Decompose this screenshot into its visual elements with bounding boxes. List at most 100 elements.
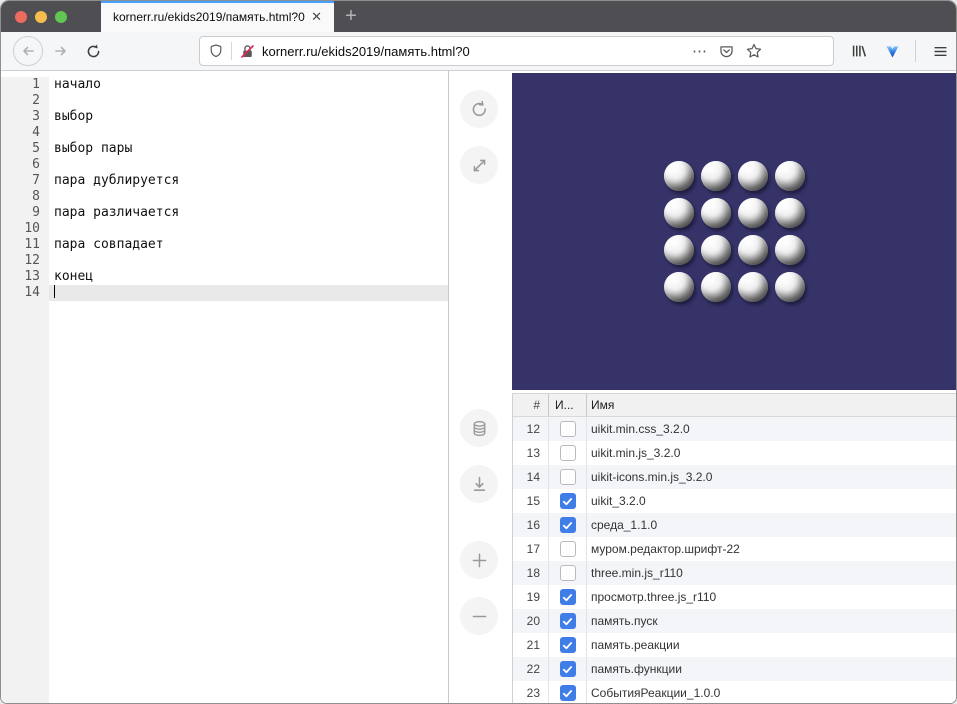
- table-row[interactable]: 19просмотр.three.js_r110: [513, 585, 956, 609]
- code-line[interactable]: пара совпадает: [49, 237, 448, 253]
- checkbox-cell: [549, 561, 587, 585]
- table-row[interactable]: 22память.функции: [513, 657, 956, 681]
- sphere[interactable]: [701, 235, 731, 265]
- sphere[interactable]: [775, 272, 805, 302]
- run-refresh-button[interactable]: [460, 90, 498, 128]
- scene-canvas[interactable]: [512, 73, 956, 390]
- header-enabled: И...: [549, 394, 587, 416]
- code-line[interactable]: конец: [49, 269, 448, 285]
- table-row[interactable]: 13uikit.min.js_3.2.0: [513, 441, 956, 465]
- table-row[interactable]: 17муром.редактор.шрифт-22: [513, 537, 956, 561]
- tracking-protection-shield-icon[interactable]: [208, 43, 224, 59]
- sphere[interactable]: [701, 161, 731, 191]
- code-line[interactable]: [49, 253, 448, 269]
- code-line[interactable]: [49, 93, 448, 109]
- sphere[interactable]: [775, 235, 805, 265]
- checkbox-unchecked[interactable]: [560, 565, 576, 581]
- line-number: 10: [1, 221, 40, 237]
- remove-button[interactable]: [460, 597, 498, 635]
- checkbox-checked[interactable]: [560, 493, 576, 509]
- table-row[interactable]: 16среда_1.1.0: [513, 513, 956, 537]
- checkbox-unchecked[interactable]: [560, 541, 576, 557]
- checkbox-unchecked[interactable]: [560, 421, 576, 437]
- code-line[interactable]: [49, 285, 448, 301]
- row-number: 19: [513, 585, 549, 609]
- sphere[interactable]: [701, 198, 731, 228]
- sphere[interactable]: [664, 272, 694, 302]
- minimize-window-button[interactable]: [35, 11, 47, 23]
- sphere[interactable]: [738, 198, 768, 228]
- sphere[interactable]: [738, 272, 768, 302]
- insecure-connection-icon[interactable]: [239, 43, 256, 60]
- toolbar-right-icons: [834, 40, 949, 62]
- code-line[interactable]: пара различается: [49, 205, 448, 221]
- reload-button[interactable]: [79, 37, 107, 65]
- download-icon: [469, 474, 490, 495]
- extension-gem-icon[interactable]: [884, 43, 901, 60]
- table-row[interactable]: 14uikit-icons.min.js_3.2.0: [513, 465, 956, 489]
- editor-gutter: 1234567891011121314: [1, 77, 49, 703]
- code-line[interactable]: [49, 189, 448, 205]
- code-line[interactable]: выбор пары: [49, 141, 448, 157]
- resources-button[interactable]: [460, 409, 498, 447]
- checkbox-cell: [549, 441, 587, 465]
- code-line[interactable]: пара дублируется: [49, 173, 448, 189]
- download-button[interactable]: [460, 465, 498, 503]
- sphere[interactable]: [738, 161, 768, 191]
- database-icon: [469, 418, 490, 439]
- row-number: 16: [513, 513, 549, 537]
- bookmark-star-icon[interactable]: [745, 42, 763, 60]
- tab-close-icon[interactable]: ✕: [307, 7, 326, 27]
- table-row[interactable]: 18three.min.js_r110: [513, 561, 956, 585]
- checkbox-unchecked[interactable]: [560, 469, 576, 485]
- code-line[interactable]: выбор: [49, 109, 448, 125]
- table-row[interactable]: 23СобытияРеакции_1.0.0: [513, 681, 956, 703]
- forward-button[interactable]: [47, 37, 75, 65]
- page-actions-icon[interactable]: ⋯: [692, 42, 708, 60]
- sphere[interactable]: [738, 235, 768, 265]
- close-window-button[interactable]: [15, 11, 27, 23]
- window-controls: [1, 1, 101, 32]
- code-editor[interactable]: 1234567891011121314 начало выбор выбор пар…: [1, 71, 449, 703]
- line-number: 2: [1, 93, 40, 109]
- active-tab[interactable]: kornerr.ru/ekids2019/память.html?0 ✕: [101, 1, 334, 32]
- checkbox-checked[interactable]: [560, 637, 576, 653]
- url-bar[interactable]: kornerr.ru/ekids2019/память.html?0 ⋯: [199, 36, 834, 66]
- pocket-icon[interactable]: [718, 43, 735, 60]
- table-row[interactable]: 15uikit_3.2.0: [513, 489, 956, 513]
- table-row[interactable]: 12uikit.min.css_3.2.0: [513, 417, 956, 441]
- hamburger-menu-icon[interactable]: [932, 43, 949, 60]
- checkbox-cell: [549, 609, 587, 633]
- new-tab-button[interactable]: +: [334, 1, 368, 32]
- checkbox-unchecked[interactable]: [560, 445, 576, 461]
- minus-icon: [469, 606, 490, 627]
- code-line[interactable]: [49, 221, 448, 237]
- maximize-window-button[interactable]: [55, 11, 67, 23]
- code-line[interactable]: [49, 157, 448, 173]
- row-number: 15: [513, 489, 549, 513]
- table-row[interactable]: 20память.пуск: [513, 609, 956, 633]
- resource-name: муром.редактор.шрифт-22: [587, 542, 956, 556]
- table-row[interactable]: 21память.реакции: [513, 633, 956, 657]
- library-icon[interactable]: [850, 42, 868, 60]
- checkbox-checked[interactable]: [560, 517, 576, 533]
- editor-lines[interactable]: начало выбор выбор пары пара дублируется пар…: [49, 77, 448, 703]
- back-button[interactable]: [13, 36, 43, 66]
- checkbox-checked[interactable]: [560, 661, 576, 677]
- sphere[interactable]: [775, 161, 805, 191]
- resource-name: uikit.min.css_3.2.0: [587, 422, 956, 436]
- sphere[interactable]: [664, 161, 694, 191]
- fullscreen-button[interactable]: [460, 146, 498, 184]
- checkbox-checked[interactable]: [560, 685, 576, 701]
- sphere[interactable]: [701, 272, 731, 302]
- url-text[interactable]: kornerr.ru/ekids2019/память.html?0: [262, 44, 470, 59]
- row-number: 18: [513, 561, 549, 585]
- sphere[interactable]: [664, 235, 694, 265]
- add-button[interactable]: [460, 541, 498, 579]
- code-line[interactable]: начало: [49, 77, 448, 93]
- checkbox-checked[interactable]: [560, 613, 576, 629]
- checkbox-checked[interactable]: [560, 589, 576, 605]
- code-line[interactable]: [49, 125, 448, 141]
- sphere[interactable]: [664, 198, 694, 228]
- sphere[interactable]: [775, 198, 805, 228]
